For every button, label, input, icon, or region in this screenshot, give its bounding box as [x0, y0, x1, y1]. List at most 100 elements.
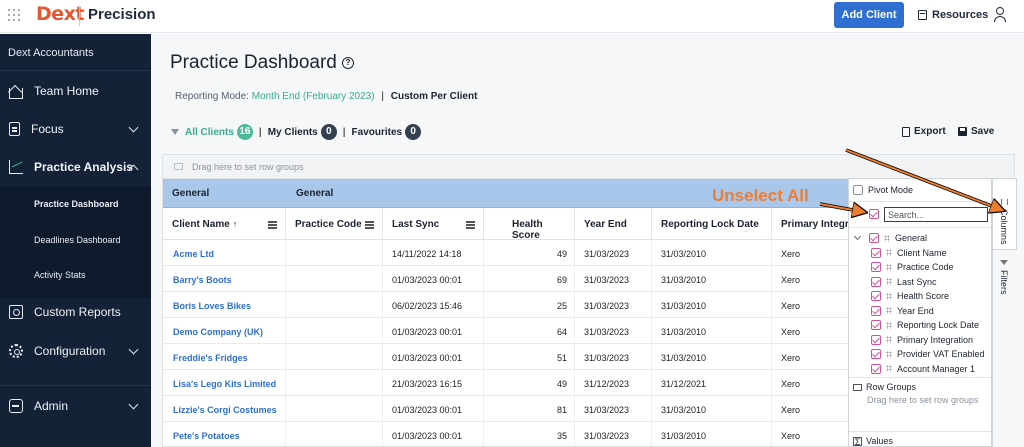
filter-all-clients[interactable]: All Clients	[185, 127, 234, 138]
column-header-health-score[interactable]: Health Score	[484, 208, 575, 241]
column-group-item[interactable]: General	[849, 231, 991, 246]
line-chart-icon	[9, 160, 23, 174]
tab-filters[interactable]: Filters	[999, 270, 1009, 295]
column-item[interactable]: Year End	[849, 304, 991, 319]
client-name-link[interactable]: Demo Company (UK)	[163, 318, 286, 344]
filter-favourites[interactable]: Favourites	[352, 127, 403, 138]
column-checkbox[interactable]	[869, 233, 879, 244]
sidebar-item-configuration[interactable]: Configuration	[0, 336, 151, 366]
drag-handle-icon[interactable]	[884, 234, 890, 242]
column-checkbox[interactable]	[871, 349, 881, 360]
column-checkbox[interactable]	[871, 247, 881, 258]
organization-name[interactable]: Dext Accountants	[8, 47, 94, 59]
column-item[interactable]: Provider VAT Enabled	[849, 347, 991, 362]
column-header-label: Client Name	[172, 219, 230, 230]
filter-icon[interactable]	[1000, 260, 1008, 265]
year-end-cell: 31/03/2023	[575, 344, 652, 370]
sidebar-item-label: Team Home	[34, 84, 99, 98]
filter-separator: |	[258, 126, 262, 138]
lock-date-cell: 31/03/2010	[652, 396, 772, 422]
column-menu-icon[interactable]	[365, 221, 374, 223]
sidebar-item-label: Custom Reports	[34, 305, 121, 319]
column-item-label: Client Name	[897, 247, 947, 258]
dext-logo[interactable]: Dext	[36, 3, 85, 25]
column-checkbox[interactable]	[871, 291, 881, 302]
column-item[interactable]: Reporting Lock Date	[849, 318, 991, 333]
drag-handle-icon[interactable]	[886, 263, 892, 271]
sidebar-subitem-practice-dashboard[interactable]: Practice Dashboard	[34, 199, 119, 209]
favourites-count-badge: 0	[405, 124, 422, 140]
column-checkbox[interactable]	[871, 305, 881, 316]
drag-handle-icon[interactable]	[886, 249, 892, 257]
sidebar-item-custom-reports[interactable]: Custom Reports	[0, 297, 151, 327]
column-menu-icon[interactable]	[466, 221, 475, 223]
tab-columns[interactable]: Columns	[993, 178, 1017, 250]
sidebar-subitem-activity-stats[interactable]: Activity Stats	[34, 270, 86, 280]
drag-handle-icon[interactable]	[886, 278, 892, 286]
column-checkbox[interactable]	[871, 320, 881, 331]
column-item-label: Last Sync	[897, 276, 937, 287]
user-icon[interactable]	[994, 7, 1006, 23]
sidebar-item-admin[interactable]: Admin	[0, 391, 151, 421]
apps-grid-icon[interactable]	[8, 9, 20, 21]
column-item[interactable]: Practice Code	[849, 260, 991, 275]
client-name-link[interactable]: Acme Ltd	[163, 240, 286, 266]
export-button[interactable]: Export	[902, 126, 946, 137]
column-header-reporting-lock-date[interactable]: Reporting Lock Date	[652, 208, 772, 240]
select-all-checkbox[interactable]	[869, 209, 879, 219]
filter-my-clients[interactable]: My Clients	[268, 127, 318, 138]
client-name-link[interactable]: Lisa's Lego Kits Limited	[163, 370, 286, 396]
help-icon[interactable]: ?	[342, 57, 354, 69]
sidebar-item-team-home[interactable]: Team Home	[0, 76, 151, 106]
pivot-mode-checkbox[interactable]	[853, 185, 863, 195]
health-score-cell: 51	[484, 344, 575, 370]
column-item[interactable]: Client Name	[849, 246, 991, 261]
resources-link[interactable]: Resources	[918, 9, 988, 21]
sidebar-item-focus[interactable]: Focus	[0, 114, 151, 144]
client-name-link[interactable]: Barry's Boots	[163, 266, 286, 292]
add-client-button[interactable]: Add Client	[834, 2, 904, 28]
reporting-custom-option[interactable]: Custom Per Client	[391, 91, 478, 102]
column-header-last-sync[interactable]: Last Sync	[383, 208, 484, 240]
pivot-mode-toggle[interactable]: Pivot Mode	[853, 185, 913, 195]
report-icon	[9, 305, 23, 319]
column-item-label: General	[895, 233, 928, 244]
column-header-year-end[interactable]: Year End	[575, 208, 652, 240]
reporting-mode-value[interactable]: Month End (February 2023)	[252, 91, 375, 102]
save-label: Save	[971, 126, 995, 137]
column-item-label: Health Score	[897, 291, 950, 302]
practice-code-cell	[286, 292, 383, 318]
column-group-general: General	[172, 188, 210, 199]
column-header-practice-code[interactable]: Practice Code	[286, 208, 383, 240]
drag-handle-icon[interactable]	[886, 365, 892, 373]
chevron-down-icon[interactable]	[853, 232, 862, 241]
column-menu-icon[interactable]	[268, 221, 277, 223]
drag-handle-icon[interactable]	[886, 350, 892, 358]
drag-handle-icon[interactable]	[886, 336, 892, 344]
column-search-input[interactable]	[884, 207, 988, 222]
sidebar-item-practice-analysis[interactable]: Practice Analysis	[0, 152, 151, 182]
column-header-client-name[interactable]: Client Name ↑	[163, 208, 286, 240]
health-score-cell: 64	[484, 318, 575, 344]
column-checkbox[interactable]	[871, 276, 881, 287]
sidebar-subitem-deadlines-dashboard[interactable]: Deadlines Dashboard	[34, 235, 121, 245]
column-checkbox[interactable]	[871, 363, 881, 374]
client-name-link[interactable]: Boris Loves Bikes	[163, 292, 286, 318]
row-group-drop-zone[interactable]: Drag here to set row groups	[163, 155, 1014, 179]
column-item[interactable]: Primary Integration	[849, 333, 991, 348]
row-groups-drop-zone[interactable]: Drag here to set row groups	[867, 395, 979, 405]
drag-handle-icon[interactable]	[886, 292, 892, 300]
drag-handle-icon[interactable]	[886, 307, 892, 315]
columns-icon	[1001, 199, 1008, 205]
column-checkbox[interactable]	[871, 262, 881, 273]
client-name-link[interactable]: Lizzie's Corgi Costumes	[163, 396, 286, 422]
client-name-link[interactable]: Pete's Potatoes	[163, 422, 286, 446]
column-item[interactable]: Account Manager 1	[849, 362, 991, 377]
column-checkbox[interactable]	[871, 334, 881, 345]
column-item[interactable]: Last Sync	[849, 275, 991, 290]
client-name-link[interactable]: Freddie's Fridges	[163, 344, 286, 370]
column-item[interactable]: Health Score	[849, 289, 991, 304]
drag-handle-icon[interactable]	[886, 321, 892, 329]
save-button[interactable]: Save	[958, 126, 994, 137]
last-sync-cell: 06/02/2023 15:46	[383, 292, 484, 318]
